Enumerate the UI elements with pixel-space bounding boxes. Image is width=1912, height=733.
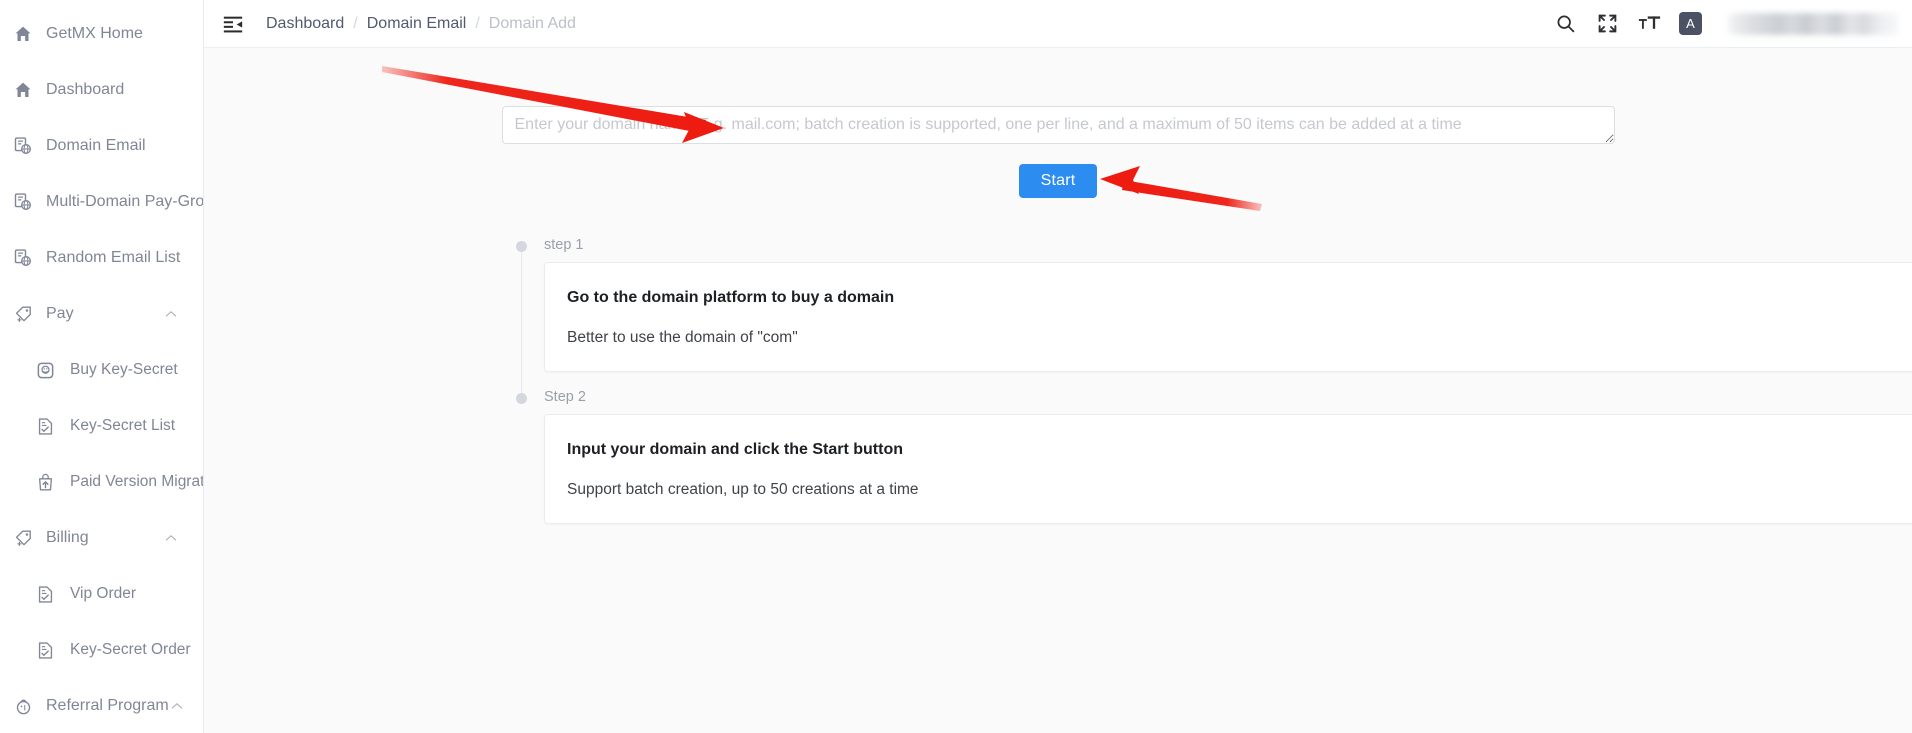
domain-input-row <box>204 48 1912 144</box>
step-marker-label: Step 2 <box>544 389 586 405</box>
fullscreen-icon[interactable] <box>1595 12 1619 36</box>
step-card: Go to the domain platform to buy a domai… <box>544 262 1912 372</box>
menu-fold-icon[interactable] <box>220 11 246 37</box>
sidebar-item-random-email-list[interactable]: Random Email List <box>0 230 203 286</box>
domain-email-icon <box>12 191 34 213</box>
step-item: step 1 Go to the domain platform to buy a… <box>516 237 1912 396</box>
domain-email-icon <box>12 247 34 269</box>
tag-plus-icon <box>12 303 34 325</box>
gift-icon <box>12 695 34 717</box>
step-body: Support batch creation, up to 50 creatio… <box>567 481 919 498</box>
sidebar-item-label: GetMX Home <box>46 25 143 42</box>
breadcrumb-separator: / <box>475 14 480 32</box>
step-title: Input your domain and click the Start bu… <box>567 441 904 458</box>
content-area: Start step 1 Go to the domain platform to… <box>204 48 1912 733</box>
step-card: Input your domain and click the Start bu… <box>544 414 1912 524</box>
chevron-up-icon[interactable] <box>163 530 179 546</box>
sidebar-item-key-secret-order[interactable]: Key-Secret Order <box>0 622 203 678</box>
step-item: Step 2 Input your domain and click the St… <box>516 389 1912 524</box>
sidebar-item-domain-email[interactable]: Domain Email <box>0 118 203 174</box>
font-size-icon[interactable] <box>1637 12 1661 36</box>
step-dot-icon <box>516 393 527 404</box>
sidebar-item-label: Multi-Domain Pay-Group <box>46 193 204 210</box>
app-root: GetMX Home Dashboard Domain Email Multi-Dom… <box>0 0 1912 733</box>
sidebar-item-label: Vip Order <box>70 585 137 602</box>
translate-icon-label: A <box>1686 16 1695 31</box>
document-check-icon <box>34 583 56 605</box>
sidebar-item-dashboard[interactable]: Dashboard <box>0 62 203 118</box>
sidebar-item-label: Domain Email <box>46 137 146 154</box>
step-marker-label: step 1 <box>544 237 584 253</box>
tag-plus-icon <box>12 527 34 549</box>
breadcrumb: Dashboard / Domain Email / Domain Add <box>266 15 576 33</box>
sidebar-item-label: Key-Secret Order <box>70 641 191 658</box>
step-connector-line <box>521 252 522 396</box>
sidebar-item-multi-domain-pay-group[interactable]: Multi-Domain Pay-Group <box>0 174 203 230</box>
sidebar-item-label: Paid Version Migration <box>70 473 204 490</box>
sidebar-item-key-secret-list[interactable]: Key-Secret List <box>0 398 203 454</box>
sidebar-item-getmx-home[interactable]: GetMX Home <box>0 6 203 62</box>
chevron-up-icon[interactable] <box>163 306 179 322</box>
bag-upload-icon <box>34 471 56 493</box>
sidebar-item-label: Billing <box>46 529 89 546</box>
domain-email-icon <box>12 135 34 157</box>
sidebar-item-pay[interactable]: Pay <box>0 286 203 342</box>
user-info-blurred[interactable] <box>1728 12 1898 35</box>
breadcrumb-item-domain-email[interactable]: Domain Email <box>367 15 467 33</box>
sidebar: GetMX Home Dashboard Domain Email Multi-Dom… <box>0 0 204 733</box>
breadcrumb-item-dashboard[interactable]: Dashboard <box>266 15 344 33</box>
start-button[interactable]: Start <box>1018 164 1098 198</box>
main-region: Dashboard / Domain Email / Domain Add A … <box>204 0 1912 733</box>
home-icon <box>12 23 34 45</box>
sidebar-item-label: Referral Program <box>46 697 169 714</box>
sidebar-item-buy-key-secret[interactable]: Buy Key-Secret <box>0 342 203 398</box>
document-check-icon <box>34 415 56 437</box>
step-title: Go to the domain platform to buy a domai… <box>567 289 895 306</box>
breadcrumb-item-domain-add: Domain Add <box>488 14 576 32</box>
domain-input[interactable] <box>501 106 1615 144</box>
steps-timeline: step 1 Go to the domain platform to buy a… <box>516 237 1912 524</box>
sidebar-item-label: Pay <box>46 305 74 322</box>
sidebar-item-label: Dashboard <box>46 81 125 98</box>
sidebar-item-paid-version-migration[interactable]: Paid Version Migration <box>0 454 203 510</box>
sidebar-item-label: Key-Secret List <box>70 417 176 434</box>
sidebar-item-label: Random Email List <box>46 249 181 266</box>
translate-icon[interactable]: A <box>1679 12 1702 35</box>
step-body: Better to use the domain of "com" <box>567 329 798 346</box>
sidebar-item-vip-order[interactable]: Vip Order <box>0 566 203 622</box>
topbar-actions: A <box>1553 12 1898 36</box>
key-secret-icon <box>34 359 56 381</box>
search-icon[interactable] <box>1553 12 1577 36</box>
chevron-up-icon[interactable] <box>169 698 185 714</box>
breadcrumb-separator: / <box>353 14 358 32</box>
sidebar-item-billing[interactable]: Billing <box>0 510 203 566</box>
topbar: Dashboard / Domain Email / Domain Add A <box>204 0 1912 48</box>
document-check-icon <box>34 639 56 661</box>
start-button-row: Start <box>204 164 1912 198</box>
sidebar-item-referral-program[interactable]: Referral Program <box>0 678 203 733</box>
home-icon <box>12 79 34 101</box>
sidebar-item-label: Buy Key-Secret <box>70 361 178 378</box>
step-dot-icon <box>516 241 527 252</box>
